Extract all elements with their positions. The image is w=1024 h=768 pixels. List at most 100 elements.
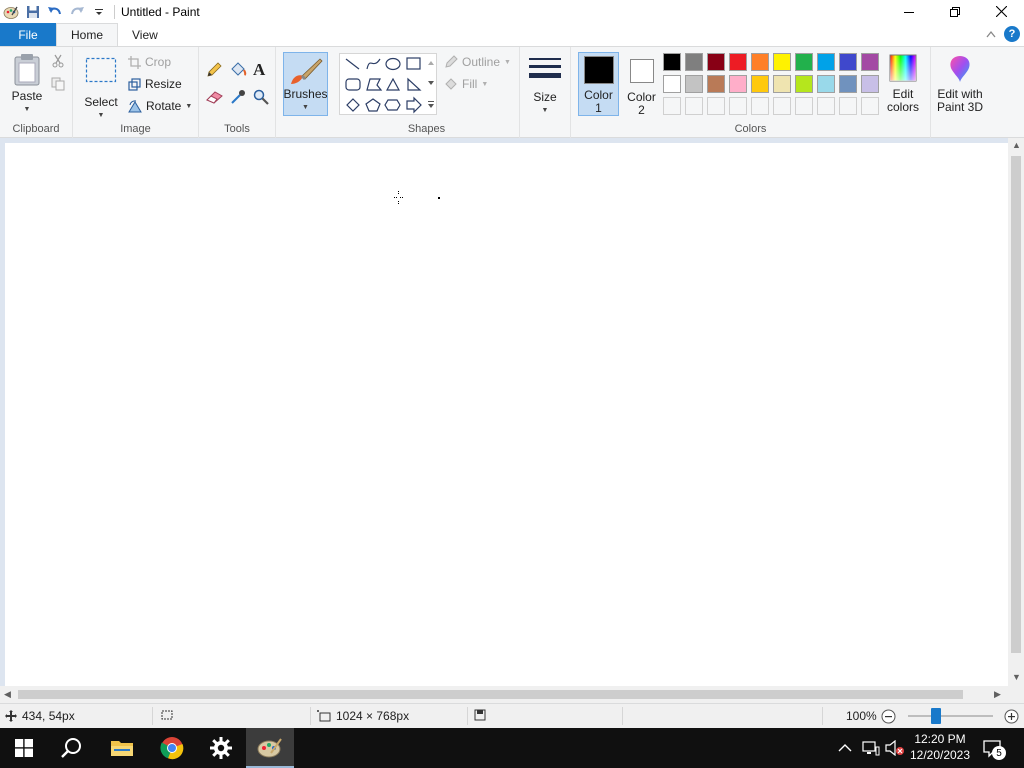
fill-bucket-icon[interactable] bbox=[229, 62, 247, 81]
outline-button[interactable]: Outline ▼ bbox=[444, 55, 511, 69]
brushes-label: Brushes bbox=[283, 87, 328, 101]
window-title: Untitled - Paint bbox=[121, 4, 200, 19]
custom-color-slot[interactable] bbox=[663, 97, 681, 115]
customize-toolbar-icon[interactable] bbox=[88, 0, 110, 23]
palette-color-swatch[interactable] bbox=[751, 75, 769, 93]
fill-button[interactable]: Fill ▼ bbox=[444, 77, 488, 91]
pencil-icon[interactable] bbox=[206, 62, 222, 81]
rotate-button[interactable]: Rotate ▼ bbox=[128, 99, 192, 113]
palette-color-swatch[interactable] bbox=[685, 75, 703, 93]
custom-color-slot[interactable] bbox=[707, 97, 725, 115]
action-center-button[interactable]: 5 bbox=[982, 728, 1006, 768]
minimize-button[interactable] bbox=[886, 0, 932, 23]
palette-color-swatch[interactable] bbox=[795, 75, 813, 93]
color2-button[interactable]: Color 2 bbox=[621, 52, 662, 117]
edit-colors-button[interactable]: Edit colors bbox=[882, 54, 924, 114]
palette-color-swatch[interactable] bbox=[751, 53, 769, 71]
vertical-scroll-thumb[interactable] bbox=[1011, 156, 1021, 653]
scroll-left-icon[interactable]: ◀ bbox=[4, 689, 11, 700]
palette-color-swatch[interactable] bbox=[663, 53, 681, 71]
curve-shape-icon bbox=[366, 58, 381, 70]
maximize-button[interactable] bbox=[932, 0, 978, 23]
pentagon-shape-icon bbox=[365, 98, 381, 112]
volume-tray-icon[interactable] bbox=[885, 728, 905, 768]
magnifier-icon[interactable] bbox=[253, 89, 269, 108]
chrome-button[interactable] bbox=[148, 728, 196, 768]
paint-taskbar-button[interactable] bbox=[246, 728, 294, 768]
palette-color-swatch[interactable] bbox=[839, 75, 857, 93]
system-clock[interactable]: 12:20 PM 12/20/2023 bbox=[905, 731, 975, 763]
close-button[interactable] bbox=[978, 0, 1024, 23]
custom-color-slot[interactable] bbox=[795, 97, 813, 115]
horizontal-scroll-thumb[interactable] bbox=[18, 690, 963, 699]
resize-button[interactable]: Resize bbox=[128, 77, 182, 91]
custom-color-slot[interactable] bbox=[839, 97, 857, 115]
cut-icon[interactable] bbox=[51, 54, 65, 71]
custom-color-slot[interactable] bbox=[751, 97, 769, 115]
zoom-slider[interactable] bbox=[908, 708, 993, 724]
size-button[interactable]: Size ▼ bbox=[527, 55, 563, 117]
palette-color-swatch[interactable] bbox=[817, 75, 835, 93]
zoom-slider-thumb[interactable] bbox=[931, 708, 942, 724]
custom-color-slot[interactable] bbox=[729, 97, 747, 115]
palette-color-swatch[interactable] bbox=[795, 53, 813, 71]
tab-view[interactable]: View bbox=[118, 23, 172, 46]
scroll-down-icon[interactable]: ▼ bbox=[1012, 672, 1021, 682]
select-button[interactable]: Select ▼ bbox=[81, 57, 121, 122]
start-button[interactable] bbox=[0, 728, 48, 768]
palette-color-swatch[interactable] bbox=[861, 53, 879, 71]
clipboard-group: Paste ▼ Clipboard bbox=[0, 47, 73, 138]
outline-dropdown-icon: ▼ bbox=[504, 58, 511, 66]
palette-color-swatch[interactable] bbox=[707, 53, 725, 71]
color-picker-icon[interactable] bbox=[230, 89, 246, 108]
drawing-canvas[interactable] bbox=[5, 143, 1008, 686]
color-spectrum-icon bbox=[889, 54, 917, 82]
windows-logo-icon bbox=[15, 739, 33, 757]
palette-color-swatch[interactable] bbox=[861, 75, 879, 93]
custom-color-slot[interactable] bbox=[685, 97, 703, 115]
palette-color-swatch[interactable] bbox=[707, 75, 725, 93]
palette-color-swatch[interactable] bbox=[817, 53, 835, 71]
paste-button[interactable]: Paste ▼ bbox=[6, 53, 48, 116]
custom-color-slot[interactable] bbox=[773, 97, 791, 115]
help-icon[interactable]: ? bbox=[1004, 26, 1020, 42]
settings-button[interactable] bbox=[197, 728, 245, 768]
undo-icon[interactable] bbox=[44, 0, 66, 23]
file-explorer-button[interactable] bbox=[98, 728, 146, 768]
palette-color-swatch[interactable] bbox=[773, 53, 791, 71]
search-button[interactable] bbox=[48, 728, 96, 768]
horizontal-scrollbar[interactable]: ◀ ▶ bbox=[0, 686, 1008, 703]
palette-color-swatch[interactable] bbox=[729, 75, 747, 93]
crop-button[interactable]: Crop bbox=[128, 55, 171, 69]
redo-icon[interactable] bbox=[66, 0, 88, 23]
palette-color-swatch[interactable] bbox=[663, 75, 681, 93]
palette-color-swatch[interactable] bbox=[839, 53, 857, 71]
brushes-button[interactable]: Brushes ▼ bbox=[283, 52, 328, 116]
eraser-icon[interactable] bbox=[206, 90, 224, 107]
palette-color-swatch[interactable] bbox=[729, 53, 747, 71]
network-tray-icon[interactable] bbox=[862, 728, 880, 768]
save-icon[interactable] bbox=[22, 0, 44, 23]
collapse-ribbon-icon[interactable] bbox=[986, 27, 996, 41]
edit-with-paint3d-button[interactable]: Edit with Paint 3D bbox=[934, 54, 986, 114]
text-tool-icon[interactable]: A bbox=[253, 60, 265, 80]
outline-label: Outline bbox=[462, 55, 501, 69]
zoom-out-button[interactable] bbox=[881, 709, 896, 727]
copy-icon[interactable] bbox=[51, 77, 65, 94]
vertical-scrollbar[interactable]: ▲ ▼ bbox=[1008, 138, 1024, 686]
palette-color-swatch[interactable] bbox=[685, 53, 703, 71]
show-hidden-icons[interactable] bbox=[838, 728, 852, 768]
scroll-right-icon[interactable]: ▶ bbox=[994, 689, 1001, 700]
zoom-in-button[interactable] bbox=[1004, 709, 1019, 727]
clock-time: 12:20 PM bbox=[914, 732, 966, 746]
edit-colors-label-line2: colors bbox=[886, 100, 919, 114]
custom-color-slot[interactable] bbox=[861, 97, 879, 115]
palette-color-swatch[interactable] bbox=[773, 75, 791, 93]
color1-button[interactable]: Color 1 bbox=[578, 52, 619, 116]
custom-color-slot[interactable] bbox=[817, 97, 835, 115]
scroll-up-icon[interactable]: ▲ bbox=[1012, 140, 1021, 150]
tab-home[interactable]: Home bbox=[56, 23, 119, 46]
paint-app-icon[interactable] bbox=[0, 0, 22, 23]
color1-swatch bbox=[583, 56, 614, 84]
tab-file[interactable]: File bbox=[0, 23, 56, 46]
